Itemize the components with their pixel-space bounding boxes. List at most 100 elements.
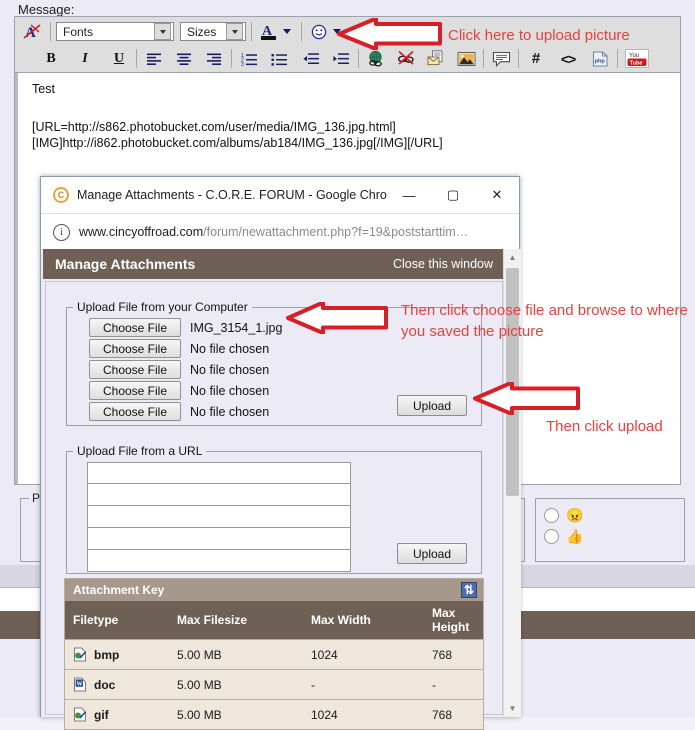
upload-url-button[interactable]: Upload (397, 543, 467, 564)
chevron-down-icon[interactable] (154, 23, 171, 40)
rating-fieldset: 😠 👍 (535, 498, 685, 562)
font-size-value: Sizes (187, 24, 217, 39)
word-file-icon: W (74, 677, 86, 692)
table-row: bmp 5.00 MB 1024 768 (65, 639, 483, 670)
outdent-button[interactable] (299, 47, 323, 70)
svg-text:3: 3 (241, 62, 244, 66)
angry-face-icon: 😠 (566, 507, 584, 523)
wrap-quote-button[interactable] (489, 47, 513, 70)
choose-file-button-4[interactable]: Choose File (89, 381, 181, 400)
file-name-1: IMG_3154_1.jpg (190, 320, 283, 335)
annotation-choose-file: Then click choose file and browse to whe… (401, 302, 688, 340)
url-input-4[interactable] (87, 528, 351, 550)
svg-text:You: You (629, 53, 639, 59)
hash-button[interactable]: # (524, 47, 548, 70)
info-icon[interactable]: i (53, 223, 70, 241)
font-size-select[interactable]: Sizes (180, 22, 246, 41)
manage-attachments-header: Manage Attachments Close this window (43, 249, 505, 279)
choose-file-button-3[interactable]: Choose File (89, 360, 181, 379)
smilie-icon[interactable] (307, 20, 331, 43)
choose-file-button-1[interactable]: Choose File (89, 318, 181, 337)
insert-image-button[interactable] (454, 47, 478, 70)
indent-button[interactable] (329, 47, 353, 70)
chrome-address-bar[interactable]: i www.cincyoffroad.com/forum/newattachme… (41, 214, 519, 251)
toolbar-divider (358, 49, 359, 68)
table-row: W doc 5.00 MB - - (65, 669, 483, 700)
annotation-arrow-top (337, 18, 442, 50)
toolbar-divider (251, 22, 252, 41)
font-family-select[interactable]: Fonts (56, 22, 174, 41)
close-this-window-link[interactable]: Close this window (393, 257, 493, 271)
message-line-1: Test (32, 82, 55, 96)
font-color-icon[interactable]: A (257, 20, 281, 43)
file-name-2: No file chosen (190, 341, 270, 356)
toolbar-divider (518, 49, 519, 68)
choose-file-button-2[interactable]: Choose File (89, 339, 181, 358)
align-right-button[interactable] (202, 47, 226, 70)
minimize-button[interactable]: — (387, 178, 431, 213)
close-button[interactable]: ✕ (475, 178, 519, 213)
thumbs-up-icon: 👍 (566, 528, 584, 544)
cell-filetype: doc (94, 677, 116, 692)
url-input-1[interactable] (87, 462, 351, 484)
scroll-down-arrow-icon[interactable]: ▼ (504, 700, 521, 717)
insert-link-button[interactable] (364, 47, 388, 70)
bold-button[interactable]: B (39, 47, 63, 70)
cell-filetype: gif (94, 707, 109, 722)
toolbar-divider (483, 49, 484, 68)
col-max-height: Max Height (424, 601, 483, 640)
attachment-key-header: Attachment Key ⇅ (65, 579, 483, 601)
upload-from-url-legend: Upload File from a URL (77, 444, 203, 458)
url-path: /forum/newattachment.php?f=19&poststartt… (203, 225, 469, 239)
url-input-3[interactable] (87, 506, 351, 528)
chevron-down-icon[interactable] (226, 23, 243, 40)
scroll-up-arrow-icon[interactable]: ▲ (504, 249, 521, 266)
annotation-click-upload: Then click upload (546, 418, 663, 435)
annotation-upload-picture: Click here to upload picture (448, 27, 630, 44)
ordered-list-button[interactable]: 1 2 3 (237, 47, 261, 70)
image-file-icon (74, 647, 87, 662)
collapse-icon[interactable]: ⇅ (461, 582, 477, 598)
url-input-5[interactable] (87, 550, 351, 572)
cell-max-filesize: 5.00 MB (169, 699, 303, 729)
code-button[interactable]: <> (556, 47, 580, 70)
php-button[interactable]: php (588, 47, 612, 70)
svg-text:php: php (595, 58, 606, 64)
col-max-width: Max Width (303, 601, 424, 640)
annotation-arrow-upload (473, 382, 580, 415)
youtube-button[interactable]: You Tube (623, 47, 651, 70)
message-line-2: [URL=http://s862.photobucket.com/user/me… (32, 120, 396, 134)
unordered-list-button[interactable] (267, 47, 291, 70)
cell-max-filesize: 5.00 MB (169, 639, 303, 670)
file-name-4: No file chosen (190, 383, 270, 398)
rating-radio-thumbsup[interactable] (544, 529, 559, 544)
toolbar-divider (231, 49, 232, 68)
insert-email-button[interactable] (424, 47, 448, 70)
remove-format-icon[interactable]: A (21, 20, 45, 43)
chevron-down-icon[interactable] (283, 29, 291, 34)
cell-max-height: 768 (424, 639, 483, 670)
maximize-button[interactable]: ▢ (431, 178, 475, 213)
choose-file-button-5[interactable]: Choose File (89, 402, 181, 421)
message-line-3: [IMG]http://i862.photobucket.com/albums/… (32, 136, 443, 150)
manage-attachments-title: Manage Attachments (55, 256, 196, 272)
remove-link-button[interactable] (394, 47, 418, 70)
chrome-window-title: Manage Attachments - C.O.R.E. FORUM - Go… (77, 188, 387, 202)
cell-filetype: bmp (94, 647, 120, 662)
core-favicon-icon: C (53, 187, 69, 203)
align-left-button[interactable] (142, 47, 166, 70)
cell-max-filesize: 5.00 MB (169, 669, 303, 700)
svg-text:Tube: Tube (630, 60, 643, 66)
svg-text:W: W (77, 681, 83, 687)
cell-max-width: 1024 (303, 639, 424, 670)
italic-button[interactable]: I (73, 47, 97, 70)
attachment-key-panel: Attachment Key ⇅ Filetype Max Filesize M… (64, 578, 484, 730)
underline-button[interactable]: U (107, 47, 131, 70)
upload-computer-button[interactable]: Upload (397, 395, 467, 416)
toolbar-divider (617, 49, 618, 68)
rating-radio-angry[interactable] (544, 508, 559, 523)
cell-max-height: - (424, 669, 483, 700)
align-center-button[interactable] (172, 47, 196, 70)
url-input-2[interactable] (87, 484, 351, 506)
col-filetype: Filetype (65, 601, 169, 640)
